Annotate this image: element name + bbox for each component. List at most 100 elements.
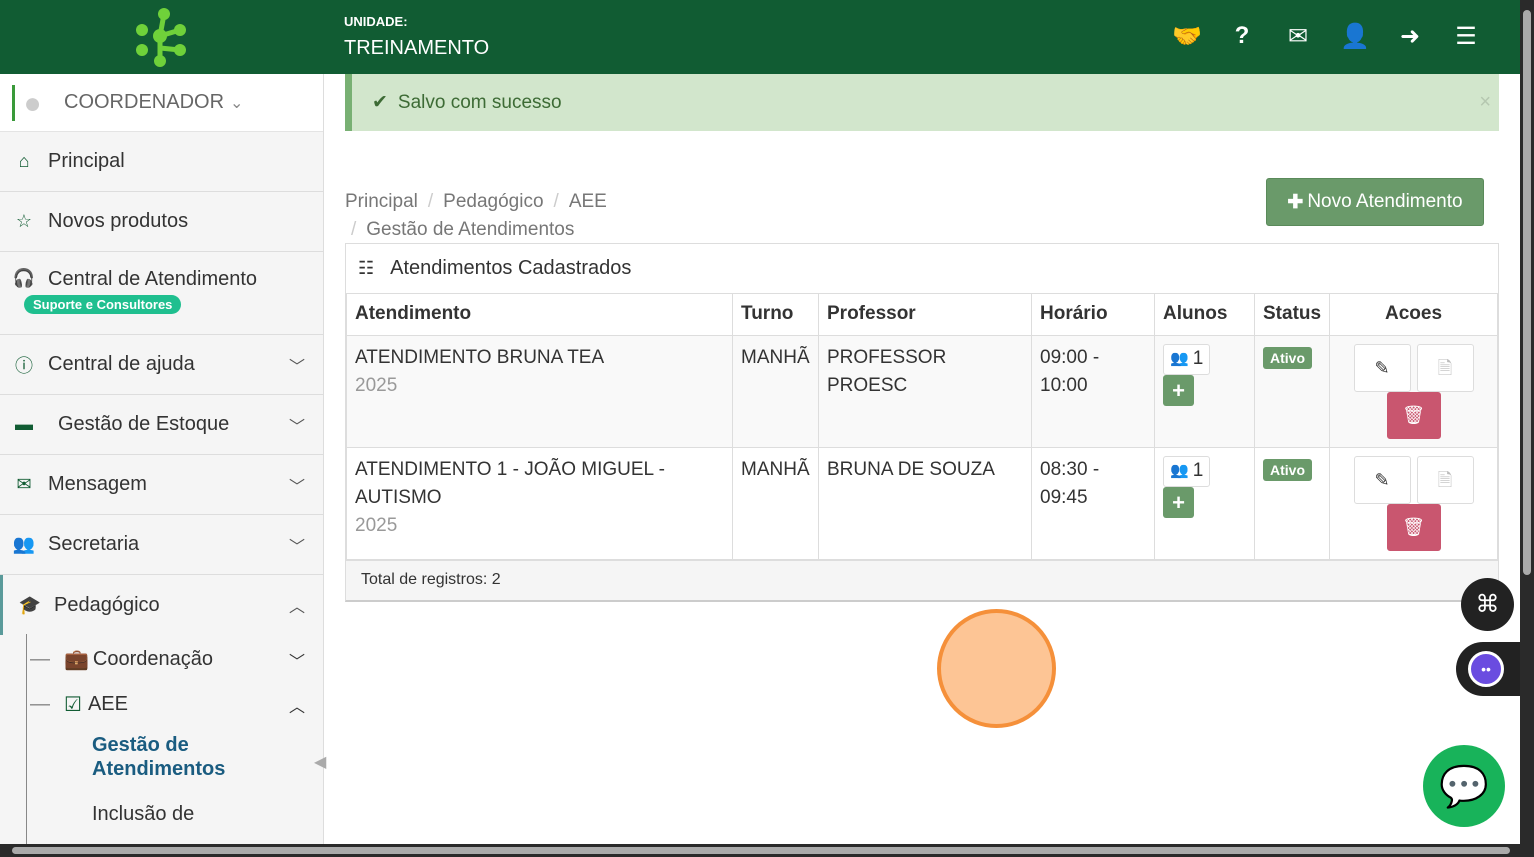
user-menu[interactable]: ● COORDENADOR ⌄ [0, 74, 323, 132]
breadcrumb-pedagogico[interactable]: Pedagógico [443, 191, 543, 212]
table-row: ATENDIMENTO BRUNA TEA 2025 MANHÃ PROFESSO… [346, 334, 1498, 448]
check-icon: ✔ [372, 92, 388, 113]
success-alert: ✔ Salvo com sucesso × [345, 74, 1499, 131]
new-atendimento-label: Novo Atendimento [1307, 191, 1463, 212]
sidebar-item-central-atendimento[interactable]: 🎧 Central de Atendimento Suporte e Consult… [0, 252, 323, 335]
user-icon[interactable]: 👤 [1340, 22, 1370, 51]
menu-icon[interactable]: ☰ [1452, 22, 1480, 51]
question-icon[interactable]: ? [1228, 22, 1256, 51]
chevron-down-icon: ﹀ [288, 538, 305, 556]
edit-button[interactable]: ✎ [1353, 343, 1411, 392]
close-icon[interactable]: × [1479, 91, 1491, 114]
logo-icon[interactable] [130, 6, 190, 68]
alunos-count: 1 [1192, 460, 1204, 481]
delete-button[interactable]: 🗑 [1386, 391, 1441, 439]
status-badge: Ativo [1263, 458, 1312, 481]
sidebar-item-label: Central de Atendimento [48, 268, 258, 290]
briefcase-icon: 💼 [64, 649, 89, 671]
handshake-icon[interactable]: 🤝 [1172, 22, 1202, 51]
atendimento-name: ATENDIMENTO BRUNA TEA [355, 346, 605, 368]
sidebar-item-label: Pedagógico [54, 593, 160, 616]
alunos-count: 1 [1192, 348, 1204, 369]
document-button[interactable]: 🗎 [1416, 455, 1474, 504]
sidebar-item-estoque[interactable]: ▬ Gestão de Estoque ﹀ [0, 395, 323, 455]
atendimentos-panel: ☷ Atendimentos Cadastrados Atendimento Tu… [345, 243, 1499, 602]
command-icon[interactable]: ⌘ [1461, 578, 1514, 631]
bot-icon: •• [1468, 651, 1504, 687]
chevron-down-icon: ﹀ [288, 418, 305, 436]
plus-icon: ✚ [1287, 191, 1304, 213]
unit-label: UNIDADE: [344, 14, 408, 29]
sidebar-item-novos-produtos[interactable]: ☆ Novos produtos [0, 192, 323, 252]
sidebar-item-central-ajuda[interactable]: ⓘ Central de ajuda ﹀ [0, 335, 323, 395]
delete-button[interactable]: 🗑 [1386, 503, 1441, 551]
chevron-down-icon: ﹀ [288, 358, 305, 376]
archive-icon: ▬ [15, 414, 33, 434]
envelope-icon[interactable]: ✉ [1284, 22, 1312, 51]
new-atendimento-button[interactable]: ✚ Novo Atendimento [1266, 178, 1484, 226]
sidebar-item-label: Central de ajuda [48, 353, 195, 375]
cursor-highlight [937, 609, 1056, 728]
assistant-button[interactable]: •• [1456, 642, 1526, 696]
chevron-up-icon: ︿ [288, 698, 305, 716]
turno: MANHÃ [732, 446, 819, 560]
column-header: Turno [732, 294, 819, 336]
sidebar-item-mensagem[interactable]: ✉ Mensagem ﹀ [0, 455, 323, 515]
column-header: Status [1253, 294, 1331, 336]
chevron-down-icon: ⌄ [230, 94, 244, 112]
tree-branch: — [30, 648, 50, 670]
breadcrumb-principal[interactable]: Principal [345, 191, 418, 212]
sidebar-subitem-coordenacao[interactable]: — 💼 Coordenação ﹀ [0, 637, 323, 682]
home-icon: ⌂ [18, 151, 30, 171]
sign-out-icon[interactable]: ➜ [1396, 22, 1424, 51]
sidebar-item-label: Mensagem [48, 473, 147, 495]
sidebar: ● COORDENADOR ⌄ ⌂ Principal ☆ Novos produt… [0, 74, 324, 844]
top-bar: UNIDADE: TREINAMENTO 🤝 ? ✉ 👤 ➜ ☰ [0, 0, 1520, 74]
sidebar-item-label: Principal [48, 150, 125, 172]
chat-button[interactable]: 💬 [1423, 745, 1505, 827]
horizontal-scrollbar[interactable] [0, 844, 1534, 857]
unit-value: TREINAMENTO [344, 37, 490, 59]
chevron-down-icon: ﹀ [288, 478, 305, 496]
avatar: ● [12, 84, 50, 121]
support-badge: Suporte e Consultores [24, 295, 182, 314]
sidebar-item-label: Gestão de Estoque [58, 413, 230, 435]
panel-title: Atendimentos Cadastrados [390, 257, 632, 279]
edit-button[interactable]: ✎ [1353, 455, 1411, 504]
sidebar-subitem-aee[interactable]: — ☑ AEE ︿ [0, 682, 323, 727]
sidebar-item-pedagogico[interactable]: 🎓 Pedagógico ︿ [0, 575, 323, 635]
tree-branch: — [30, 693, 50, 715]
column-header: Atendimento [346, 294, 733, 336]
status-badge: Ativo [1263, 346, 1312, 369]
sidebar-subitem-inclusao[interactable]: Inclusão de [0, 803, 323, 826]
collapse-sidebar-icon[interactable]: ◀ [314, 752, 326, 772]
alunos-button[interactable]: 👥 1 [1163, 455, 1211, 487]
total-records: Total de registros: 2 [346, 559, 1498, 600]
column-header: Professor [818, 294, 1032, 336]
sidebar-item-label: Secretaria [48, 533, 140, 555]
envelope-icon: ✉ [16, 474, 32, 494]
user-role: COORDENADOR [64, 91, 225, 113]
breadcrumb-aee[interactable]: AEE [569, 191, 607, 212]
sidebar-item-principal[interactable]: ⌂ Principal [0, 132, 323, 192]
users-icon: 👥 [12, 534, 36, 554]
column-header: Acoes [1329, 294, 1498, 336]
chat-icon: 💬 [1439, 764, 1489, 809]
list-icon: ☷ [358, 258, 375, 278]
turno: MANHÃ [732, 334, 819, 448]
main-content: ✔ Salvo com sucesso × Principal / Pedagógi… [345, 74, 1499, 602]
alunos-button[interactable]: 👥 1 [1163, 343, 1211, 375]
headset-icon: 🎧 [12, 268, 36, 288]
sidebar-item-secretaria[interactable]: 👥 Secretaria ﹀ [0, 515, 323, 575]
vertical-scrollbar[interactable] [1520, 0, 1534, 857]
sidebar-subitem-label: AEE [87, 693, 128, 715]
document-button[interactable]: 🗎 [1416, 343, 1474, 392]
sidebar-subitem-gestao-atendimentos[interactable]: Gestão de Atendimentos [0, 733, 240, 781]
checklist-icon: ☑ [64, 694, 82, 716]
add-aluno-button[interactable]: + [1163, 486, 1194, 518]
add-aluno-button[interactable]: + [1163, 374, 1194, 406]
users-icon: 👥 [1170, 462, 1189, 479]
graduation-icon: 🎓 [18, 594, 42, 615]
column-header: Horário [1031, 294, 1155, 336]
breadcrumb-current: Gestão de Atendimentos [366, 219, 575, 240]
